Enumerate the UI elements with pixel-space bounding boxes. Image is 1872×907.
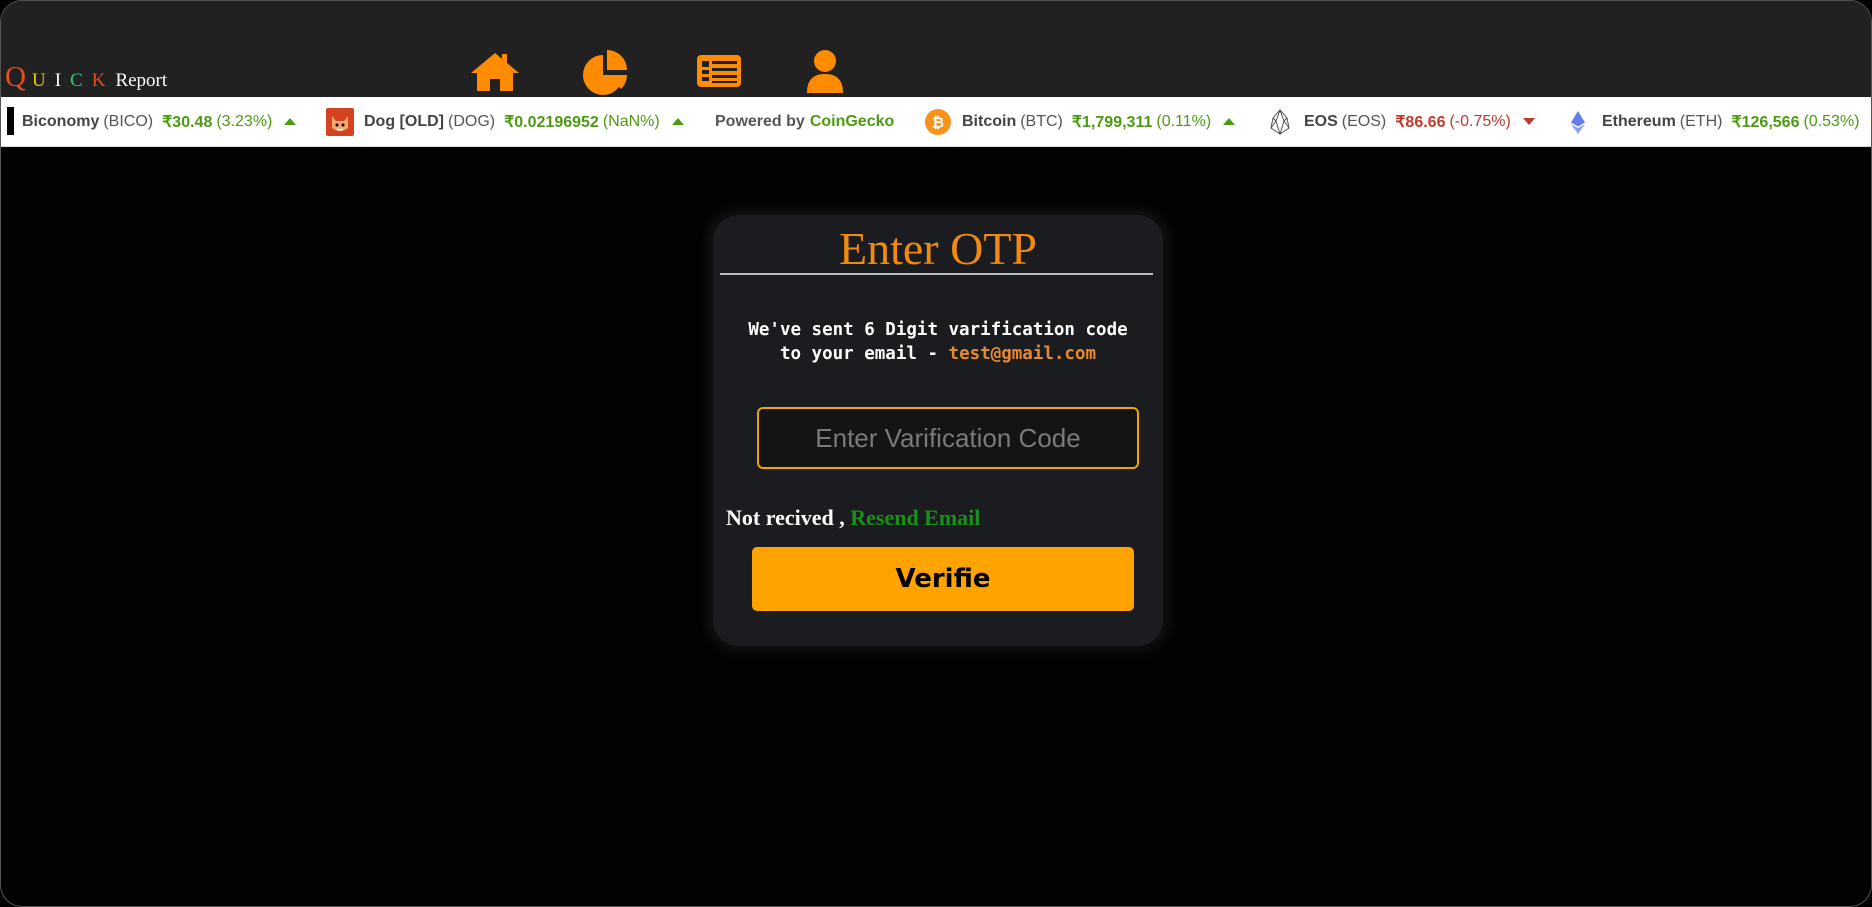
coin-name: Ethereum <box>1602 112 1676 130</box>
coin-name: Bitcoin <box>962 112 1017 130</box>
coin-symbol: (ETH) <box>1679 112 1723 130</box>
coin-symbol: (EOS) <box>1341 112 1387 130</box>
coin-change: (-0.75%) <box>1449 112 1511 130</box>
top-navbar: Q U I C K Report <box>1 1 1871 97</box>
resend-row: Not recived , Resend Email <box>726 505 980 531</box>
not-received-label: Not recived , <box>726 505 845 530</box>
otp-message-line2: to your email - test@gmail.com <box>713 342 1163 366</box>
logo-suffix: Report <box>115 70 168 91</box>
ticker-item-dog[interactable]: Dog [OLD] (DOG) ₹0.02196952 (NaN%) <box>326 97 684 146</box>
otp-message-prefix: to your email - <box>779 344 949 364</box>
ticker-item-eos[interactable]: EOS (EOS) ₹86.66 (-0.75%) <box>1266 97 1535 146</box>
coin-price: ₹86.66 <box>1395 113 1446 131</box>
coin-symbol: (BICO) <box>103 112 154 130</box>
coin-price: ₹30.48 <box>162 113 213 131</box>
app-window: Q U I C K Report Biconomy (BICO) ₹30.48 … <box>0 0 1872 907</box>
resend-email-link[interactable]: Resend Email <box>850 505 980 530</box>
ethereum-icon <box>1564 108 1592 136</box>
coingecko-link[interactable]: CoinGecko <box>810 113 894 131</box>
ticker-item-btc[interactable]: ₿ Bitcoin (BTC) ₹1,799,311 (0.11%) <box>924 97 1236 146</box>
otp-message-line1: We've sent 6 Digit varification code <box>748 320 1128 340</box>
ticker-item-eth[interactable]: Ethereum (ETH) ₹126,566 (0.53%) <box>1564 97 1871 146</box>
svg-text:₿: ₿ <box>932 113 944 131</box>
pie-chart-icon[interactable] <box>581 47 633 95</box>
up-arrow-icon <box>671 118 684 125</box>
home-icon[interactable] <box>469 47 521 95</box>
up-arrow-icon <box>1223 118 1236 125</box>
coin-symbol: (DOG) <box>447 112 496 130</box>
logo-letter-k: K <box>91 70 106 91</box>
coin-change: (3.23%) <box>216 112 273 130</box>
otp-email: test@gmail.com <box>948 344 1097 364</box>
verification-code-input[interactable] <box>757 407 1139 469</box>
logo-letter-c: C <box>70 70 83 91</box>
title-divider <box>720 273 1153 275</box>
otp-title: Enter OTP <box>838 223 1037 274</box>
coin-price: ₹1,799,311 <box>1071 113 1153 131</box>
logo-letter-q: Q <box>5 61 26 93</box>
coin-symbol: (BTC) <box>1020 112 1063 130</box>
coin-name: EOS <box>1304 112 1338 130</box>
coin-change: (0.11%) <box>1156 112 1212 130</box>
bitcoin-icon: ₿ <box>924 108 952 136</box>
logo-letter-u: U <box>31 70 46 91</box>
powered-by-label: Powered by <box>715 112 805 130</box>
eos-icon <box>1266 108 1294 136</box>
user-icon[interactable] <box>799 47 851 95</box>
dog-coin-icon <box>326 107 354 136</box>
ticker-item-bico[interactable]: Biconomy (BICO) ₹30.48 (3.23%) <box>22 97 297 146</box>
news-icon[interactable] <box>693 47 745 95</box>
coin-name: Biconomy <box>22 112 100 130</box>
coin-change: (0.53%) <box>1803 112 1860 130</box>
powered-by-coingecko[interactable]: Powered by CoinGecko <box>715 97 894 146</box>
up-arrow-icon <box>284 118 297 125</box>
logo-letter-i: I <box>54 70 62 91</box>
coin-price: ₹0.02196952 <box>504 113 599 131</box>
coin-price: ₹126,566 <box>1731 113 1800 131</box>
down-arrow-icon <box>1522 118 1535 125</box>
crypto-price-ticker: Biconomy (BICO) ₹30.48 (3.23%) Dog [OLD]… <box>1 97 1871 147</box>
ticker-marker <box>7 107 14 135</box>
quick-report-logo[interactable]: Q U I C K Report <box>5 61 167 94</box>
coin-change: (NaN%) <box>602 112 660 130</box>
otp-message: We've sent 6 Digit varification code to … <box>713 318 1163 366</box>
otp-card: Enter OTP We've sent 6 Digit varificatio… <box>713 215 1163 646</box>
verify-button[interactable]: Verifie <box>752 547 1134 611</box>
coin-name: Dog [OLD] <box>364 112 444 130</box>
